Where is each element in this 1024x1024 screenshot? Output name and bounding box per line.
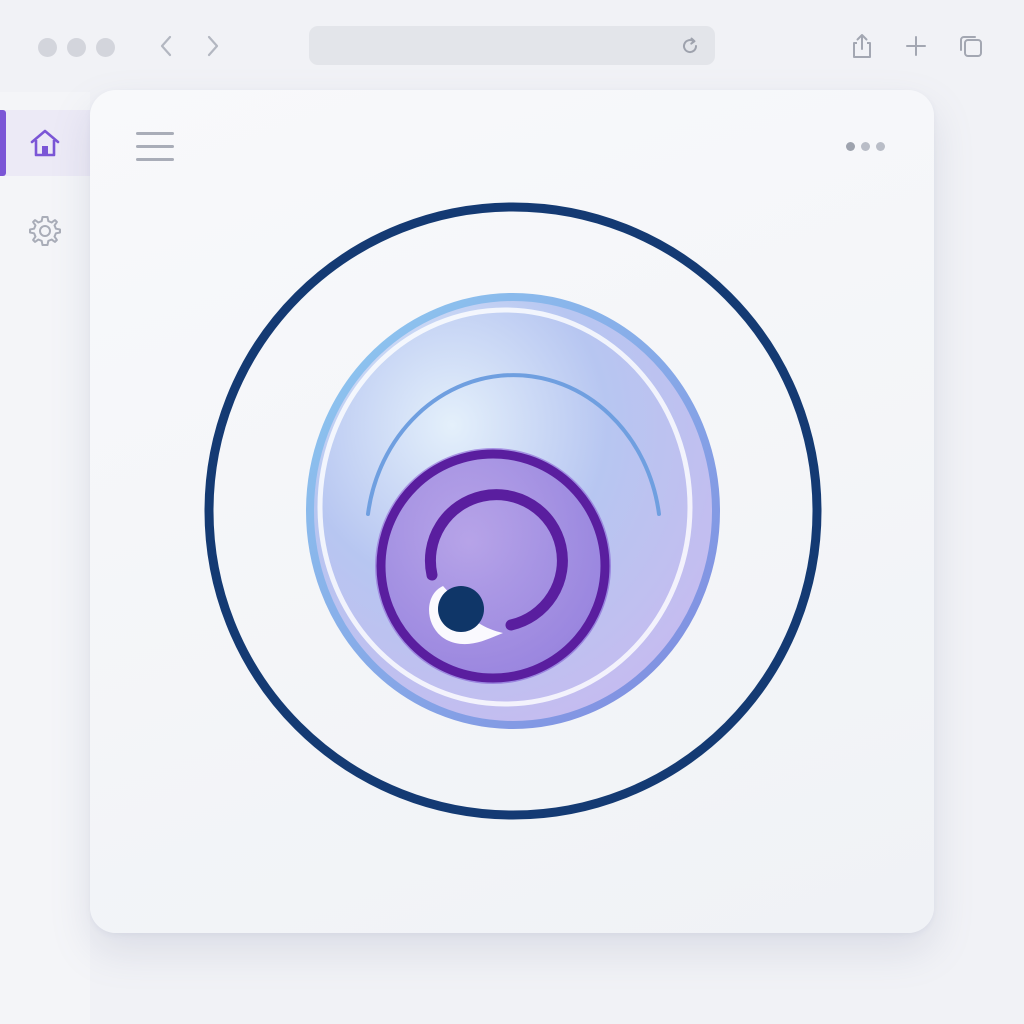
back-button[interactable] (151, 30, 181, 62)
browser-toolbar (0, 0, 1024, 92)
main-card (90, 90, 934, 933)
logo-artwork (204, 202, 822, 820)
sidebar-item-settings[interactable] (0, 198, 90, 264)
more-dots-icon[interactable] (846, 142, 885, 151)
sidebar (0, 92, 90, 1024)
reload-icon[interactable] (679, 35, 701, 57)
window-controls (38, 38, 115, 57)
orbit-dot (438, 586, 484, 632)
address-bar[interactable] (309, 26, 715, 65)
share-icon (853, 34, 871, 58)
sidebar-item-home[interactable] (0, 110, 90, 176)
share-button[interactable] (847, 30, 877, 62)
window-close-dot[interactable] (38, 38, 57, 57)
chevron-right-icon (207, 35, 219, 57)
forward-button[interactable] (198, 30, 228, 62)
window-minimize-dot[interactable] (67, 38, 86, 57)
home-icon (30, 129, 60, 157)
window-maximize-dot[interactable] (96, 38, 115, 57)
plus-icon (906, 36, 926, 56)
chevron-left-icon (160, 35, 172, 57)
gear-icon (29, 216, 61, 246)
tabs-icon (960, 36, 982, 57)
tabs-button[interactable] (956, 30, 986, 62)
hamburger-icon[interactable] (136, 132, 174, 164)
new-tab-button[interactable] (901, 30, 931, 62)
